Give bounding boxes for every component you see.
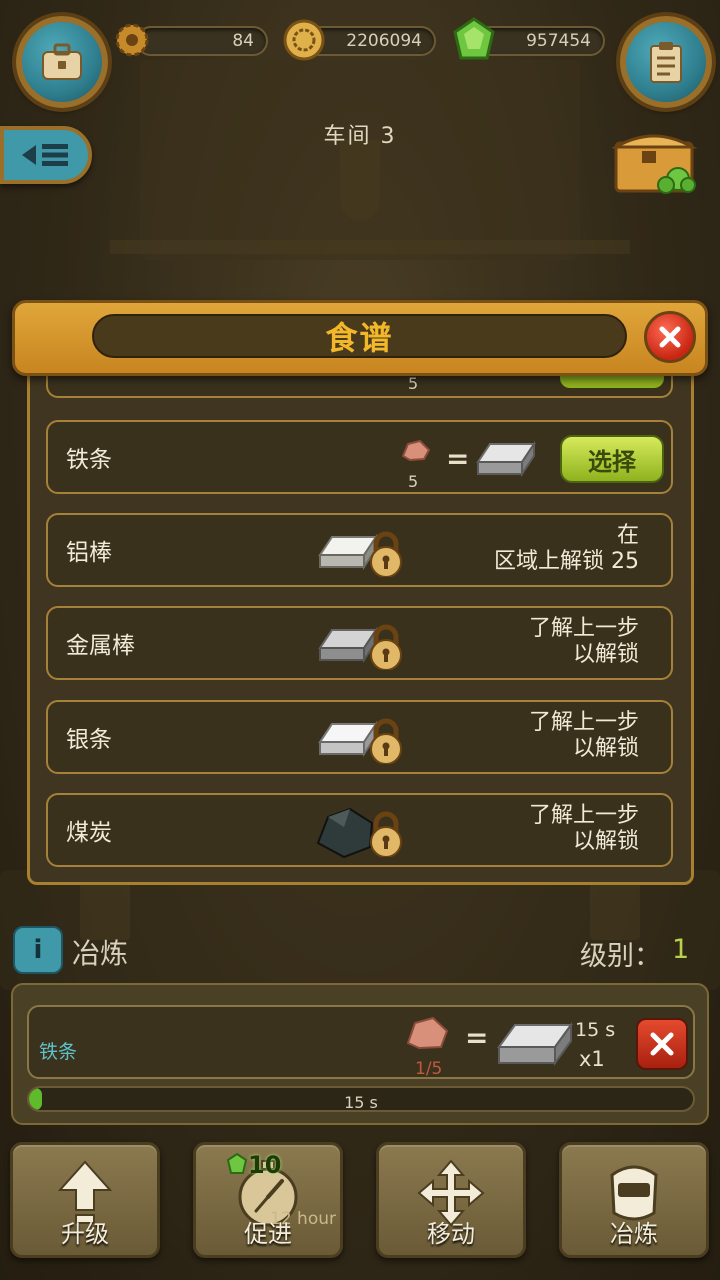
recipe-row-silver-bar: 银条 了解上一步 以解锁 [46,700,673,774]
unlock-requirement: 了解上一步 以解锁 [529,616,639,668]
level-value: 1 [672,934,690,965]
unlock-requirement: 了解上一步 以解锁 [529,710,639,762]
close-button[interactable] [644,311,696,363]
ore-icon [406,1016,449,1050]
queue-input-count: 1/5 [415,1059,443,1079]
unlock-requirement: 了解上一步 以解锁 [529,803,639,855]
unlock-line-2: 以解锁 [572,736,639,761]
ore-icon [401,439,431,462]
coin-count: 2206094 [346,31,422,51]
lock-icon [370,531,402,577]
boost-cost: 10 [248,1151,282,1179]
coin-icon [282,18,326,62]
recipe-row-coal: 煤炭 了解上一步 以解锁 [46,793,673,867]
iron-bar-icon [476,440,536,478]
unlock-line-2: 以解锁 [572,829,639,854]
unlock-line-1: 了解上一步 [528,616,639,641]
equals-icon: = [465,1021,489,1054]
recipe-name: 煤炭 [66,820,112,846]
gem-count: 957454 [526,31,591,51]
inventory-button[interactable] [16,16,108,108]
briefcase-icon [42,43,82,80]
equals-icon: = [446,442,470,475]
close-icon [659,326,681,348]
recipe-row-metal-rod: 金属棒 了解上一步 以解锁 [46,606,673,680]
input-qty: 5 [408,472,419,491]
lock-icon [370,811,402,857]
queue-item-name: 铁条 [39,1041,78,1063]
unlock-line-2: 以解锁 [572,642,639,667]
upgrade-button[interactable]: 升级 [10,1142,160,1258]
tasks-button[interactable] [620,16,712,108]
lock-icon [370,624,402,670]
recipe-row-iron-bar[interactable]: 铁条 5 = 选择 [46,420,673,494]
cancel-queue-button[interactable] [636,1018,688,1070]
queue-item: 铁条 1/5 = 15 s x1 [27,1005,695,1079]
queue-multiplier: x1 [579,1047,605,1071]
unlock-line-1: 在 [616,523,639,548]
upgrade-label: 升级 [61,1220,109,1248]
unlock-requirement: 在 区域上解锁 25 [494,523,639,575]
gear-icon [112,20,152,60]
partial-row-qty: 5 [408,374,419,393]
chest-icon [610,134,698,194]
smelting-title: 冶炼 [72,937,129,970]
unlock-line-2: 区域上解锁 25 [494,549,639,574]
gem-icon [226,1153,248,1174]
queue-duration: 15 s [575,1019,616,1041]
recipe-row-aluminum-rod: 铝棒 在 区域上解锁 25 [46,513,673,587]
recipe-name: 铁条 [66,447,112,473]
progress-text: 15 s [344,1093,378,1112]
recipe-panel-title: 食谱 [92,314,627,358]
move-button[interactable]: 移动 [376,1142,526,1258]
select-button[interactable]: 选择 [560,435,664,483]
unlock-line-1: 了解上一步 [528,803,639,828]
recipe-name: 铝棒 [66,540,112,566]
info-button[interactable]: i [13,926,63,974]
move-label: 移动 [427,1220,475,1248]
gem-icon [450,16,498,64]
clipboard-icon [650,42,682,83]
gem-chest-button[interactable] [610,125,698,195]
lock-icon [370,718,402,764]
close-icon [650,1032,674,1056]
boost-button[interactable]: 10 12 hour 促进 [193,1142,343,1258]
smelt-button[interactable]: 冶炼 [559,1142,709,1258]
iron-bar-icon [497,1021,573,1067]
recipe-name: 银条 [66,727,112,753]
smelt-label: 冶炼 [610,1220,658,1248]
level-label: 级别： [580,941,661,972]
gear-count: 84 [232,31,254,51]
recipe-name: 金属棒 [66,633,135,659]
gear-counter: 84 [136,26,268,56]
boost-label: 促进 [244,1220,292,1248]
unlock-line-1: 了解上一步 [528,710,639,735]
